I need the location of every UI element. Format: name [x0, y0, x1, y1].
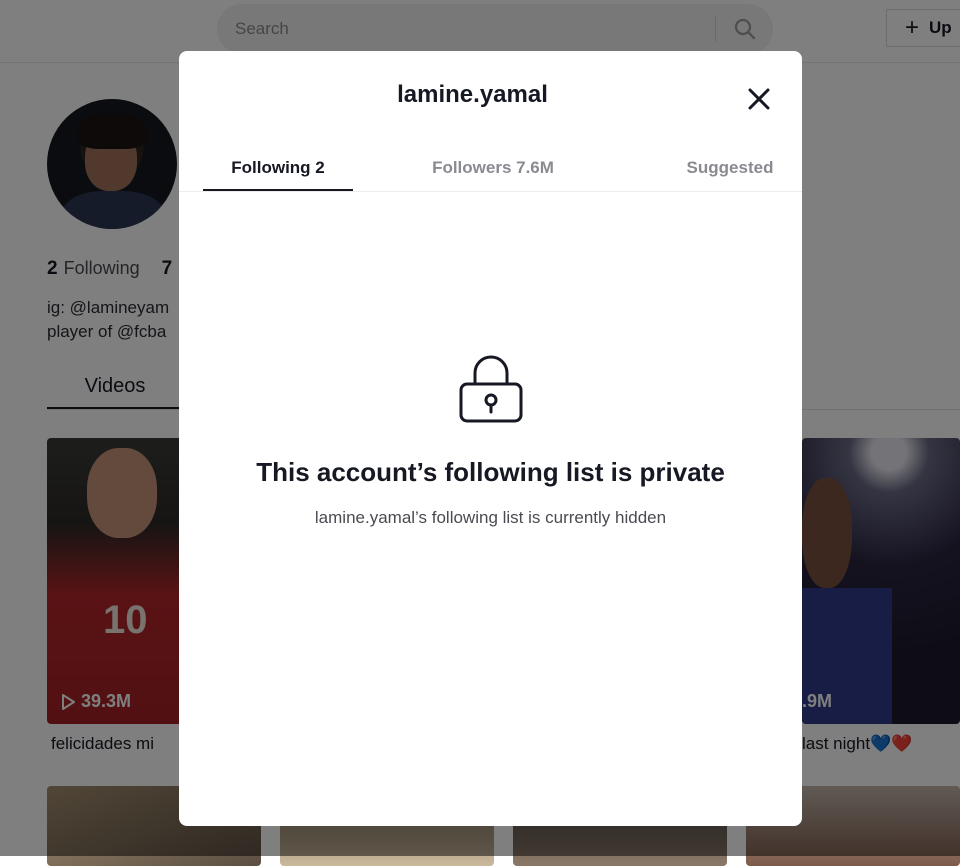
modal-title: lamine.yamal	[397, 81, 548, 108]
close-button[interactable]	[742, 82, 776, 116]
following-modal: lamine.yamal Following 2 Followers 7.6M …	[179, 51, 802, 826]
tab-followers[interactable]: Followers 7.6M	[410, 149, 576, 191]
tab-suggested[interactable]: Suggested	[655, 149, 805, 191]
private-list-title: This account’s following list is private	[256, 457, 725, 487]
lock-icon	[459, 355, 523, 423]
tab-following[interactable]: Following 2	[203, 149, 353, 191]
private-list-subtitle: lamine.yamal’s following list is current…	[314, 508, 667, 527]
modal-tabs: Following 2 Followers 7.6M Suggested	[203, 149, 778, 191]
tabs-divider	[179, 191, 802, 192]
close-icon	[748, 88, 770, 110]
